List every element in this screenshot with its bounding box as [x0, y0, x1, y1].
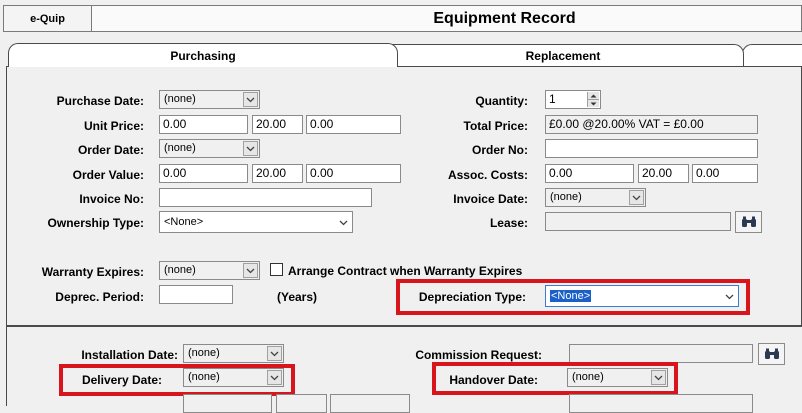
ownership-type-select[interactable]: <None>: [159, 211, 353, 233]
warranty-expires-label: Warranty Expires:: [41, 265, 144, 279]
order-date-value: (none): [164, 142, 196, 154]
deprec-period-unit: (Years): [277, 290, 318, 304]
chevron-down-icon[interactable]: [267, 346, 282, 361]
order-value-vat-field[interactable]: 0.00: [306, 164, 401, 183]
lease-field[interactable]: [545, 212, 731, 231]
commission-request-label: Commission Request:: [415, 348, 542, 362]
deprec-period-field[interactable]: [159, 285, 233, 304]
handover-date-highlight: [432, 362, 678, 395]
page-title: Equipment Record: [433, 9, 576, 27]
arrange-contract-checkbox[interactable]: [270, 263, 283, 276]
order-value-label: Order Value:: [72, 168, 144, 182]
chevron-down-icon[interactable]: [243, 263, 258, 278]
chevron-down-icon[interactable]: [243, 92, 258, 107]
purchase-date-select[interactable]: (none): [159, 90, 260, 109]
order-date-label: Order Date:: [77, 143, 144, 157]
quantity-label: Quantity:: [475, 94, 528, 108]
purchase-date-label: Purchase Date:: [56, 94, 144, 108]
app-tab[interactable]: e-Quip: [3, 5, 92, 32]
lease-search-button[interactable]: [735, 211, 762, 233]
arrange-contract-label: Arrange Contract when Warranty Expires: [288, 264, 523, 278]
invoice-date-select[interactable]: (none): [545, 188, 646, 207]
tab-replacement[interactable]: Replacement: [382, 44, 744, 66]
unit-price-vat-field[interactable]: 0.00: [306, 115, 401, 134]
delivery-date-highlight: [59, 364, 295, 396]
order-no-label: Order No:: [471, 143, 528, 157]
assoc-costs-vat-field[interactable]: 0.00: [692, 164, 758, 183]
warranty-expires-select[interactable]: (none): [159, 261, 260, 280]
installation-date-select[interactable]: (none): [183, 344, 284, 363]
assoc-costs-label: Assoc. Costs:: [447, 168, 528, 182]
quantity-stepper[interactable]: 1: [545, 90, 601, 109]
binoculars-icon: [741, 216, 756, 227]
ownership-type-label: Ownership Type:: [47, 216, 144, 230]
unit-price-net-field[interactable]: 0.00: [159, 115, 248, 134]
installation-date-value: (none): [188, 347, 220, 359]
invoice-date-value: (none): [550, 191, 582, 203]
ownership-type-value: <None>: [164, 216, 204, 228]
order-value-vat-rate-field[interactable]: 20.00: [252, 164, 303, 183]
top-bar: e-Quip Equipment Record: [0, 0, 802, 36]
purchase-date-value: (none): [164, 93, 196, 105]
page-title-bar: Equipment Record: [92, 5, 802, 32]
quantity-value: 1: [549, 92, 556, 106]
invoice-date-label: Invoice Date:: [453, 192, 528, 206]
deprec-period-label: Deprec. Period:: [55, 290, 144, 304]
unit-price-label: Unit Price:: [83, 119, 144, 133]
chevron-down-icon[interactable]: [243, 141, 258, 156]
partial-field-1[interactable]: [183, 394, 272, 413]
depreciation-type-highlight: [396, 279, 750, 315]
assoc-costs-vat-rate-field[interactable]: 20.00: [638, 164, 689, 183]
total-price-field: £0.00 @20.00% VAT = £0.00: [545, 115, 758, 134]
lease-label: Lease:: [489, 216, 528, 230]
tab-purchasing[interactable]: Purchasing: [8, 43, 398, 67]
partial-field-3[interactable]: [330, 394, 410, 413]
commission-search-button[interactable]: [758, 343, 785, 365]
installation-date-label: Installation Date:: [81, 348, 178, 362]
total-price-label: Total Price:: [463, 119, 528, 133]
commission-request-field[interactable]: [569, 344, 753, 363]
tab-more[interactable]: [742, 44, 802, 66]
order-value-net-field[interactable]: 0.00: [159, 164, 248, 183]
order-date-select[interactable]: (none): [159, 139, 260, 158]
spinner-icon[interactable]: [587, 92, 599, 107]
invoice-no-field[interactable]: [159, 188, 372, 207]
binoculars-icon: [764, 348, 779, 359]
warranty-expires-value: (none): [164, 264, 196, 276]
chevron-down-icon[interactable]: [629, 190, 644, 205]
chevron-down-icon[interactable]: [336, 215, 351, 230]
unit-price-vat-rate-field[interactable]: 20.00: [252, 115, 303, 134]
invoice-no-label: Invoice No:: [79, 192, 144, 206]
partial-field-4[interactable]: [569, 394, 753, 413]
assoc-costs-net-field[interactable]: 0.00: [545, 164, 634, 183]
partial-field-2[interactable]: [276, 394, 327, 413]
order-no-field[interactable]: [545, 139, 758, 158]
